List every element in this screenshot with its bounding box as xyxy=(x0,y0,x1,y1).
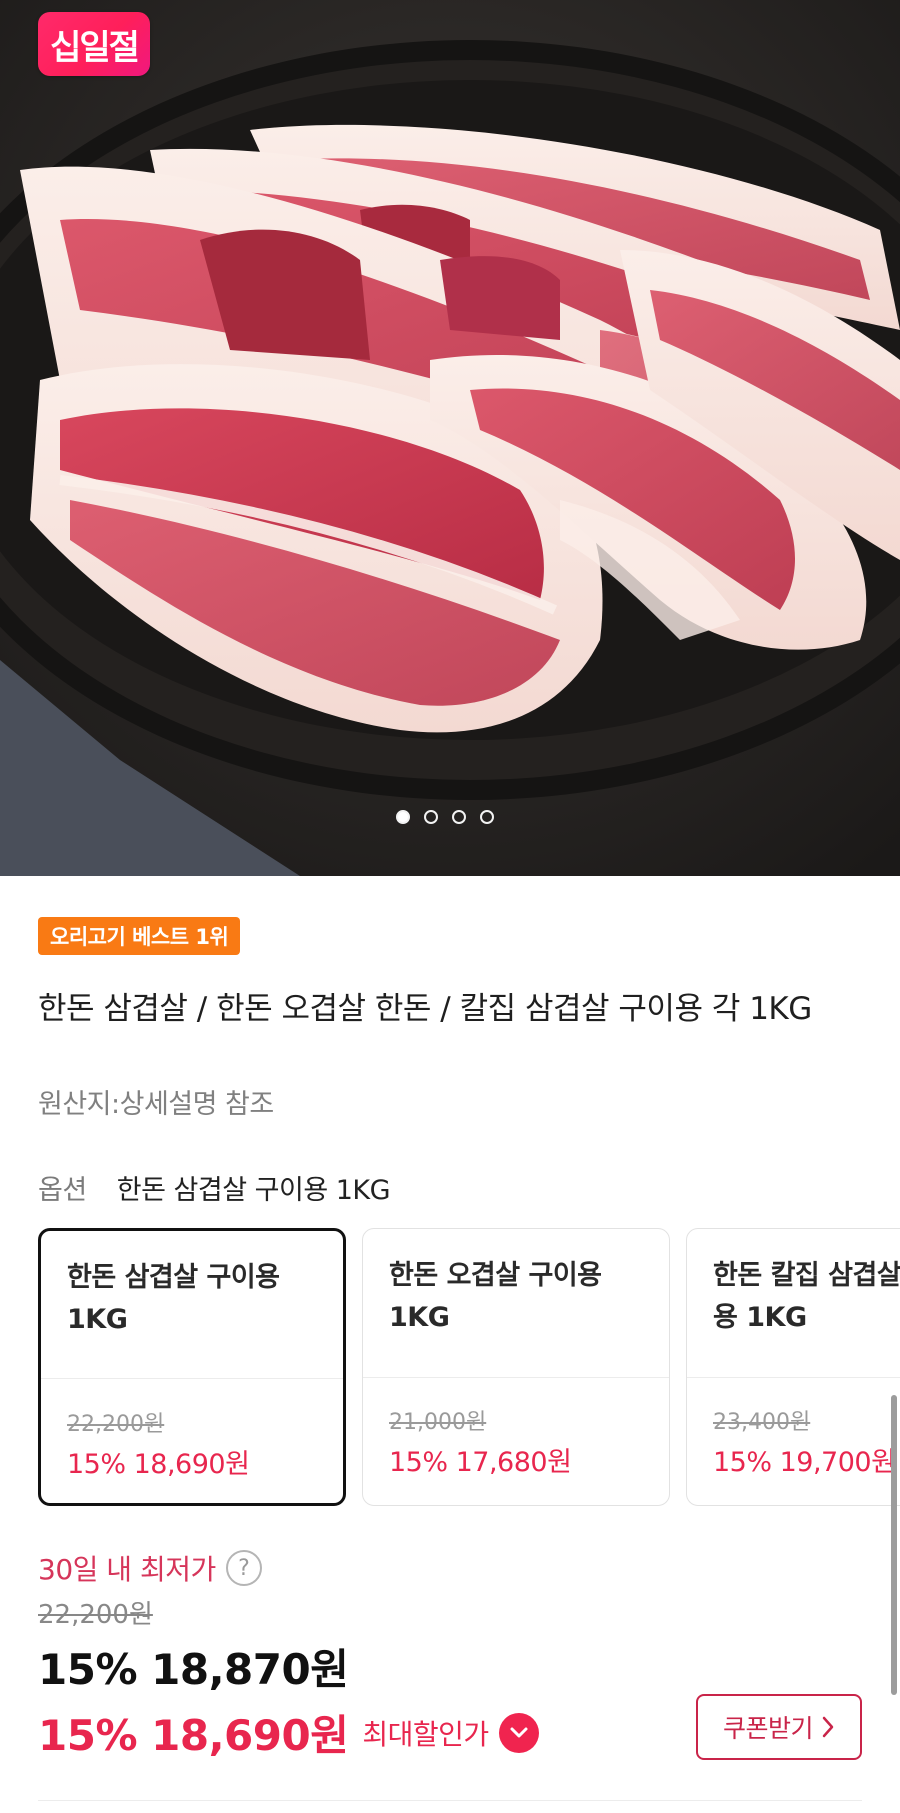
option-card-samgyeopsal[interactable]: 한돈 삼겹살 구이용 1KG 22,200원 15% 18,690원 xyxy=(38,1228,346,1506)
option-label: 옵션 xyxy=(38,1175,87,1206)
option-card-kaljip-samgyeopsal[interactable]: 한돈 칼집 삼겹살 구이용 1KG 23,400원 15% 19,700원 xyxy=(686,1228,900,1506)
option-selected-value: 한돈 삼겹살 구이용 1KG xyxy=(116,1175,391,1206)
max-discount-row: 15% 18,690원 최대할인가 xyxy=(38,1702,539,1763)
carousel-dot-3[interactable] xyxy=(452,810,466,824)
chevron-right-icon xyxy=(821,1715,835,1739)
product-title: 한돈 삼겹살 / 한돈 오겹살 한돈 / 칼집 삼겹살 구이용 각 1KG xyxy=(38,991,812,1027)
product-image-carousel[interactable]: 십일절 xyxy=(0,0,900,876)
lowest-price-label: 30일 내 최저가 xyxy=(38,1553,216,1586)
option-card-name: 한돈 삼겹살 구이용 1KG xyxy=(67,1262,280,1335)
option-card-sale-price: 15% 17,680원 xyxy=(389,1447,572,1478)
event-badge: 십일절 xyxy=(38,12,150,76)
help-icon[interactable]: ? xyxy=(225,1550,262,1586)
option-cards: 한돈 삼겹살 구이용 1KG 22,200원 15% 18,690원 한돈 오겹… xyxy=(38,1228,900,1508)
sale-price: 15% 18,870원 xyxy=(38,1645,349,1694)
max-discount-label: 최대할인가 xyxy=(362,1717,489,1751)
coupon-button-label: 쿠폰받기 xyxy=(722,1714,814,1743)
carousel-indicator xyxy=(396,810,494,824)
option-card-ogyeopsal[interactable]: 한돈 오겹살 구이용 1KG 21,000원 15% 17,680원 xyxy=(362,1228,670,1506)
option-card-original-price: 23,400원 xyxy=(713,1410,811,1435)
origin-text: 원산지:상세설명 참조 xyxy=(38,1089,274,1120)
scrollbar[interactable] xyxy=(891,1395,897,1695)
option-card-name: 한돈 오겹살 구이용 1KG xyxy=(389,1260,602,1333)
option-card-sale-price: 15% 18,690원 xyxy=(67,1449,250,1480)
option-card-sale-price: 15% 19,700원 xyxy=(713,1447,896,1478)
divider xyxy=(363,1377,669,1378)
original-price: 22,200원 xyxy=(38,1600,153,1630)
chevron-down-icon[interactable] xyxy=(498,1712,539,1753)
option-card-original-price: 22,200원 xyxy=(67,1412,165,1437)
lowest-price-label-row: 30일 내 최저가 ? xyxy=(38,1548,262,1588)
option-card-original-price: 21,000원 xyxy=(389,1410,487,1435)
carousel-dot-1[interactable] xyxy=(396,810,410,824)
divider xyxy=(38,1800,862,1801)
option-row: 옵션 한돈 삼겹살 구이용 1KG xyxy=(38,1168,391,1207)
pork-belly-photo xyxy=(0,0,900,876)
carousel-dot-4[interactable] xyxy=(480,810,494,824)
max-discount-price: 15% 18,690원 xyxy=(38,1711,349,1760)
divider xyxy=(687,1377,900,1378)
option-card-name: 한돈 칼집 삼겹살 구이용 1KG xyxy=(713,1260,900,1333)
carousel-dot-2[interactable] xyxy=(424,810,438,824)
rank-badge: 오리고기 베스트 1위 xyxy=(38,917,241,955)
coupon-button[interactable]: 쿠폰받기 xyxy=(696,1694,862,1760)
divider xyxy=(41,1378,343,1379)
